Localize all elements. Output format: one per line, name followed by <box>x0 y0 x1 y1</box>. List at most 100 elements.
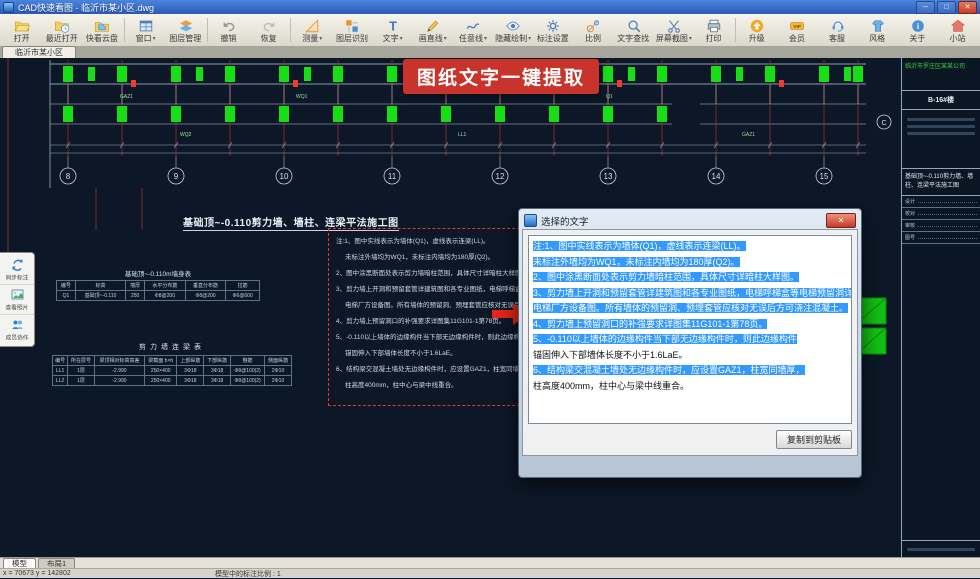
extracted-text-area[interactable]: 注:1、图中实线表示为墙体(Q1)，虚线表示连梁(LL)。 未标注外墙均为WQ1… <box>528 235 852 424</box>
toolbar-cloud-button[interactable]: 快看云盘 <box>82 14 122 46</box>
titleblock-stamp-area <box>902 110 980 169</box>
toolbar-print-button[interactable]: 打印 <box>694 14 734 46</box>
undo-icon <box>221 18 237 34</box>
toolbar-style-button[interactable]: 风格 <box>858 14 898 46</box>
minimize-button[interactable]: ─ <box>916 1 935 14</box>
svg-text:T: T <box>389 19 397 33</box>
scale-icon <box>585 18 601 34</box>
window-title: CAD快速看图 - 临沂市某小区.dwg <box>18 1 154 14</box>
svg-text:9: 9 <box>174 172 179 181</box>
sync-annotation-button[interactable]: 同步标注 <box>0 255 34 284</box>
text-line: 未标注外墙均为WQ1，未标注内墙均为180厚(Q2)。 <box>533 255 847 271</box>
selected-text-dialog: 选择的文字 ✕ 注:1、图中实线表示为墙体(Q1)，虚线表示连梁(LL)。 未标… <box>518 208 862 478</box>
collaboration-icon <box>11 318 24 331</box>
toolbar-vip-button[interactable]: VIP 会员 <box>777 14 817 46</box>
copy-to-clipboard-button[interactable]: 复制到剪贴板 <box>776 430 852 449</box>
promo-banner: 图纸文字一键提取 <box>403 59 599 94</box>
toolbar-screenshot-button[interactable]: 屏幕截图▾ <box>654 14 694 46</box>
annotation-scale: 模型中的标注比例 : 1 <box>215 569 281 579</box>
sync-icon <box>11 258 24 271</box>
svg-text:LL1: LL1 <box>458 132 467 138</box>
toolbar-about-button[interactable]: i 关于 <box>898 14 938 46</box>
drawing-titleblock: 临沂市罗庄区某某公司 B-16#楼 基础顶~-0.110剪力墙、墙柱、连梁平法施… <box>901 58 980 558</box>
toolbar-measure-button[interactable]: 测量▾ <box>292 14 332 46</box>
vip-badge-icon: VIP <box>789 18 805 34</box>
svg-text:C: C <box>881 120 886 127</box>
svg-text:Q1: Q1 <box>606 94 613 100</box>
text-line: 5、-0.110以上墙体的边缘构件当下部无边缘构件时，则此边缘构件 <box>533 332 847 348</box>
svg-text:GAZ1: GAZ1 <box>742 132 755 138</box>
toolbar-window-button[interactable]: 窗口▾ <box>126 14 166 46</box>
scissors-icon <box>666 18 682 34</box>
text-line: 电梯厂方设备图。所有墙体的预留洞、预埋套管应核对无误后方可浇注混凝土。 <box>533 301 847 317</box>
cloud-drive-icon <box>94 18 110 34</box>
titleblock-sign-row: 审核 <box>902 220 980 232</box>
toolbar-annotation-settings-button[interactable]: 标注设置 <box>533 14 573 46</box>
document-tabstrip: 临沂市某小区 <box>0 46 980 58</box>
printer-icon <box>706 18 722 34</box>
member-collab-button[interactable]: 成员协作 <box>0 314 34 344</box>
annotation-side-panel: 同步标注 查看照片 成员协作 <box>0 252 35 347</box>
info-icon: i <box>910 18 926 34</box>
toolbar-site-button[interactable]: 小站 <box>938 14 978 46</box>
toolbar-open-button[interactable]: 打开 <box>2 14 42 46</box>
cursor-coordinates: x = 70673 y = 142802 <box>3 570 215 577</box>
text-line: 锚固伸入下部墙体长度不小于1.6LaE。 <box>533 348 847 364</box>
text-line: 6、结构梁交混凝土墙处无边缘构件时，应设置GAZ1，柱宽同墙厚， <box>533 363 847 379</box>
titleblock-footer <box>902 540 980 558</box>
toolbar-undo-button[interactable]: 撤销 <box>209 14 249 46</box>
eye-icon <box>505 18 521 34</box>
toolbar-separator <box>735 18 736 42</box>
view-photos-button[interactable]: 查看照片 <box>0 284 34 314</box>
toolbar-service-button[interactable]: 客服 <box>817 14 857 46</box>
toolbar-separator <box>124 18 125 42</box>
svg-text:VIP: VIP <box>793 24 802 30</box>
style-shirt-icon <box>870 18 886 34</box>
window-controls: ─ □ ✕ <box>916 1 977 14</box>
toolbar-redo-button[interactable]: 恢复 <box>249 14 289 46</box>
toolbar-find-text-button[interactable]: 文字查找 <box>614 14 654 46</box>
redo-icon <box>261 18 277 34</box>
text-line: 2、图中涂黑断面处表示剪力墙暗柱范围，具体尺寸详暗柱大样图。 <box>533 270 847 286</box>
measure-ruler-icon <box>304 18 320 34</box>
toolbar-hide-draw-button[interactable]: 隐藏绘制▾ <box>493 14 533 46</box>
document-tab[interactable]: 临沂市某小区 <box>2 46 76 58</box>
toolbar-layer-manage-button[interactable]: 图层管理 <box>166 14 206 46</box>
svg-text:GAZ1: GAZ1 <box>120 94 133 100</box>
dialog-body: 注:1、图中实线表示为墙体(Q1)，虚线表示连梁(LL)。 未标注外墙均为WQ1… <box>522 229 858 456</box>
toolbar-freeline-button[interactable]: 任意线▾ <box>453 14 493 46</box>
svg-text:8: 8 <box>66 172 71 181</box>
dialog-close-button[interactable]: ✕ <box>826 213 856 228</box>
svg-text:WQ2: WQ2 <box>180 132 192 138</box>
svg-text:15: 15 <box>820 172 829 181</box>
svg-text:11: 11 <box>388 172 397 181</box>
app-icon <box>3 2 14 13</box>
toolbar-upgrade-button[interactable]: 升级 <box>737 14 777 46</box>
dialog-titlebar[interactable]: 选择的文字 ✕ <box>522 212 858 229</box>
toolbar-scale-button[interactable]: 比例 <box>573 14 613 46</box>
toolbar-draw-line-button[interactable]: 画直线▾ <box>413 14 453 46</box>
svg-text:10: 10 <box>280 172 289 181</box>
headset-icon <box>830 18 846 34</box>
status-bar: x = 70673 y = 142802 模型中的标注比例 : 1 <box>0 568 980 578</box>
dialog-icon <box>524 214 537 227</box>
toolbar-layer-detect-button[interactable]: 图层识别 <box>332 14 372 46</box>
svg-text:12: 12 <box>496 172 505 181</box>
toolbar-recent-button[interactable]: 最近打开 <box>42 14 82 46</box>
titleblock-company: 临沂市罗庄区某某公司 <box>902 58 980 91</box>
toolbar-separator <box>207 18 208 42</box>
text-line: 3、剪力墙上开洞和预留套管详建筑图和各专业图纸，电梯呼梯盒等电梯预留洞详 <box>533 286 847 302</box>
toolbar-text-button[interactable]: T 文字▾ <box>373 14 413 46</box>
close-button[interactable]: ✕ <box>958 1 977 14</box>
home-icon <box>950 18 966 34</box>
window-titlebar: CAD快速看图 - 临沂市某小区.dwg ─ □ ✕ <box>0 0 980 14</box>
dialog-footer: 复制到剪贴板 <box>528 424 852 450</box>
svg-text:WQ1: WQ1 <box>296 94 308 100</box>
text-line: 注:1、图中实线表示为墙体(Q1)，虚线表示连梁(LL)。 <box>533 239 847 255</box>
open-folder-icon <box>14 18 30 34</box>
svg-text:13: 13 <box>604 172 613 181</box>
dialog-title: 选择的文字 <box>541 214 589 228</box>
maximize-button[interactable]: □ <box>937 1 956 14</box>
beam-table: 剪力墙连梁表 编号所在层号 梁顶相对标高高差梁截面 b×h 上部纵筋下部纵筋 箍… <box>52 342 292 386</box>
photo-icon <box>11 288 24 301</box>
